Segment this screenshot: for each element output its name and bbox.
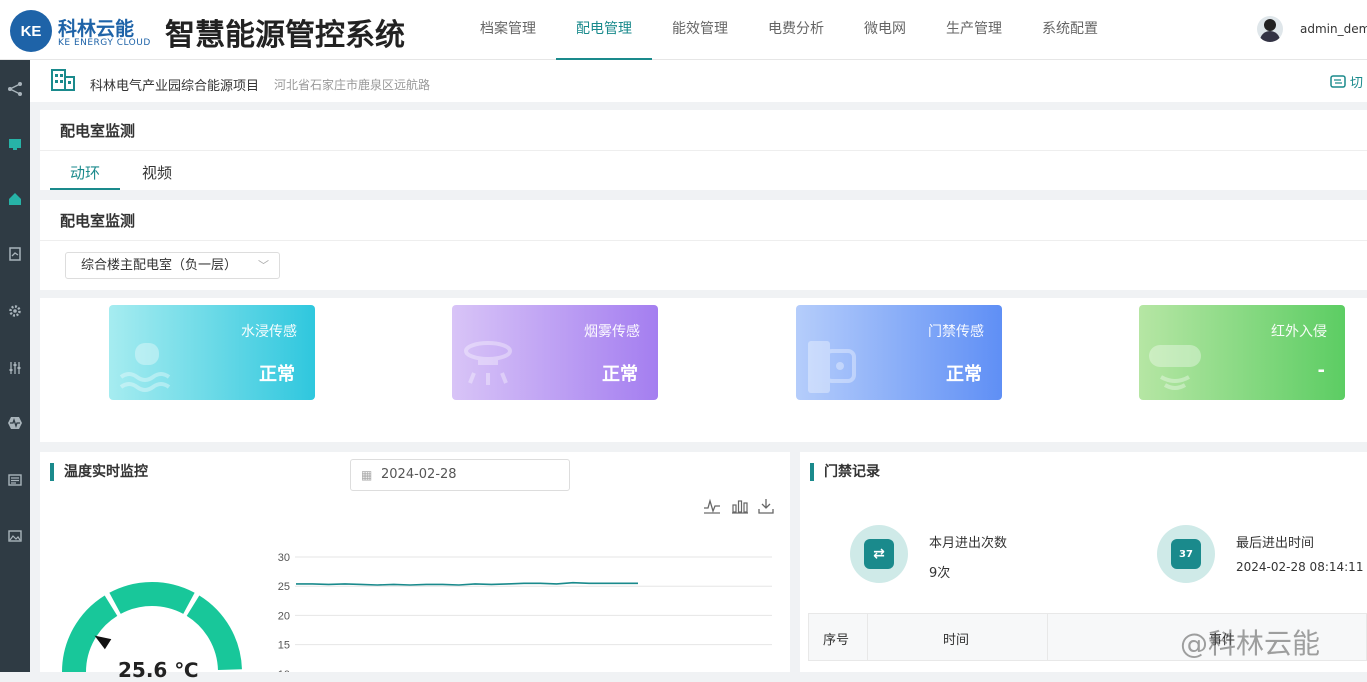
- infrared-icon: [1149, 345, 1201, 390]
- project-name: 科林电气产业园综合能源项目: [90, 79, 260, 94]
- user-avatar[interactable]: [1257, 16, 1283, 42]
- sensor-value: -: [1317, 360, 1325, 381]
- smoke-detector-icon: [464, 341, 512, 385]
- section-title: 配电室监测: [60, 212, 136, 230]
- calendar-icon: 37: [1157, 525, 1215, 583]
- brand-logo[interactable]: KE: [10, 10, 52, 52]
- brand-name: 科林云能: [58, 18, 135, 40]
- temperature-series-line: [296, 581, 638, 586]
- y-tick-label: 30: [278, 552, 290, 564]
- room-select-value: 综合楼主配电室（负一层）: [81, 258, 238, 273]
- sensor-label: 门禁传感: [928, 324, 984, 340]
- switch-icon: [1330, 74, 1346, 88]
- building-icon: [51, 69, 75, 91]
- nav-item-4[interactable]: 微电网: [844, 0, 926, 60]
- sensor-label: 红外入侵: [1271, 324, 1327, 340]
- gear-icon[interactable]: [4, 300, 26, 322]
- top-bar: KE 科林云能 KE ENERGY CLOUD 智慧能源管控系统 档案管理 配电管…: [0, 0, 1367, 60]
- sensor-label: 水浸传感: [241, 324, 297, 340]
- gauge-pointer: [94, 635, 112, 650]
- monitor-icon[interactable]: [4, 133, 26, 155]
- tab-video[interactable]: 视频: [142, 162, 172, 183]
- nav-item-1[interactable]: 配电管理: [556, 0, 652, 60]
- image-icon[interactable]: [4, 525, 26, 547]
- download-icon[interactable]: [758, 498, 774, 518]
- report-icon[interactable]: [4, 243, 26, 265]
- y-tick-label: 25: [278, 581, 290, 593]
- column-header-time: 时间: [943, 633, 970, 648]
- y-tick-label: 20: [278, 610, 290, 622]
- topology-icon[interactable]: [4, 78, 26, 100]
- in-out-count-icon: ⇄: [850, 525, 908, 583]
- y-tick-label: 15: [278, 640, 290, 652]
- line-chart-icon[interactable]: [703, 498, 721, 518]
- gauge-segment: [109, 582, 195, 615]
- pulse-icon[interactable]: [4, 412, 26, 434]
- monthly-count-label: 本月进出次数: [929, 536, 1008, 551]
- sliders-icon[interactable]: [4, 357, 26, 379]
- nav-item-5[interactable]: 生产管理: [926, 0, 1022, 60]
- date-picker[interactable]: ▦ 2024-02-28: [350, 459, 570, 491]
- username[interactable]: admin_dem: [1300, 22, 1367, 36]
- room-select[interactable]: 综合楼主配电室（负一层） ﹀: [65, 252, 280, 279]
- nav-item-6[interactable]: 系统配置: [1022, 0, 1118, 60]
- tab-env[interactable]: 动环: [70, 162, 100, 183]
- brand-name-en: KE ENERGY CLOUD: [58, 38, 151, 48]
- project-bar: 科林电气产业园综合能源项目 河北省石家庄市鹿泉区远航路 切: [30, 60, 1367, 102]
- list-icon[interactable]: [4, 469, 26, 491]
- water-sensor-card: 水浸传感 正常: [109, 305, 315, 400]
- sensor-value: 正常: [259, 364, 295, 385]
- last-time-value: 2024-02-28 08:14:11: [1236, 560, 1364, 574]
- calendar-icon: ▦: [361, 468, 373, 482]
- infrared-sensor-card: 红外入侵 -: [1139, 305, 1345, 400]
- monthly-count-value: 9次: [929, 566, 951, 581]
- switch-project-button[interactable]: 切: [1330, 72, 1363, 91]
- active-tab-indicator: [50, 188, 120, 190]
- watermark: @科林云能: [1180, 627, 1321, 660]
- door-access-icon: [808, 341, 856, 393]
- main-nav: 档案管理 配电管理 能效管理 电费分析 微电网 生产管理 系统配置: [460, 0, 1118, 60]
- temperature-title: 温度实时监控: [50, 463, 148, 481]
- gauge-value: 25.6 ℃: [118, 658, 199, 682]
- access-title: 门禁记录: [810, 463, 880, 481]
- last-time-label: 最后进出时间: [1236, 536, 1315, 551]
- system-title: 智慧能源管控系统: [165, 18, 405, 53]
- door-sensor-card: 门禁传感 正常: [796, 305, 1002, 400]
- smoke-sensor-card: 烟雾传感 正常: [452, 305, 658, 400]
- sensor-value: 正常: [602, 364, 638, 385]
- nav-item-3[interactable]: 电费分析: [748, 0, 844, 60]
- gauge-segment: [186, 595, 242, 671]
- water-leak-icon: [119, 343, 171, 392]
- monitor-header-card: [40, 110, 1367, 190]
- nav-item-2[interactable]: 能效管理: [652, 0, 748, 60]
- sensor-value: 正常: [946, 364, 982, 385]
- page-title: 配电室监测: [60, 122, 136, 140]
- bar-chart-icon[interactable]: [731, 498, 749, 518]
- switch-label: 切: [1350, 76, 1364, 91]
- date-value: 2024-02-28: [381, 467, 457, 482]
- temperature-line-chart: 3025201510: [278, 552, 772, 672]
- sensor-label: 烟雾传感: [584, 324, 640, 340]
- home-icon[interactable]: [4, 188, 26, 210]
- column-header-index: 序号: [823, 633, 850, 648]
- sidebar: [0, 60, 30, 672]
- chevron-down-icon: ﹀: [258, 259, 269, 272]
- project-address: 河北省石家庄市鹿泉区远航路: [274, 78, 431, 92]
- nav-item-0[interactable]: 档案管理: [460, 0, 556, 60]
